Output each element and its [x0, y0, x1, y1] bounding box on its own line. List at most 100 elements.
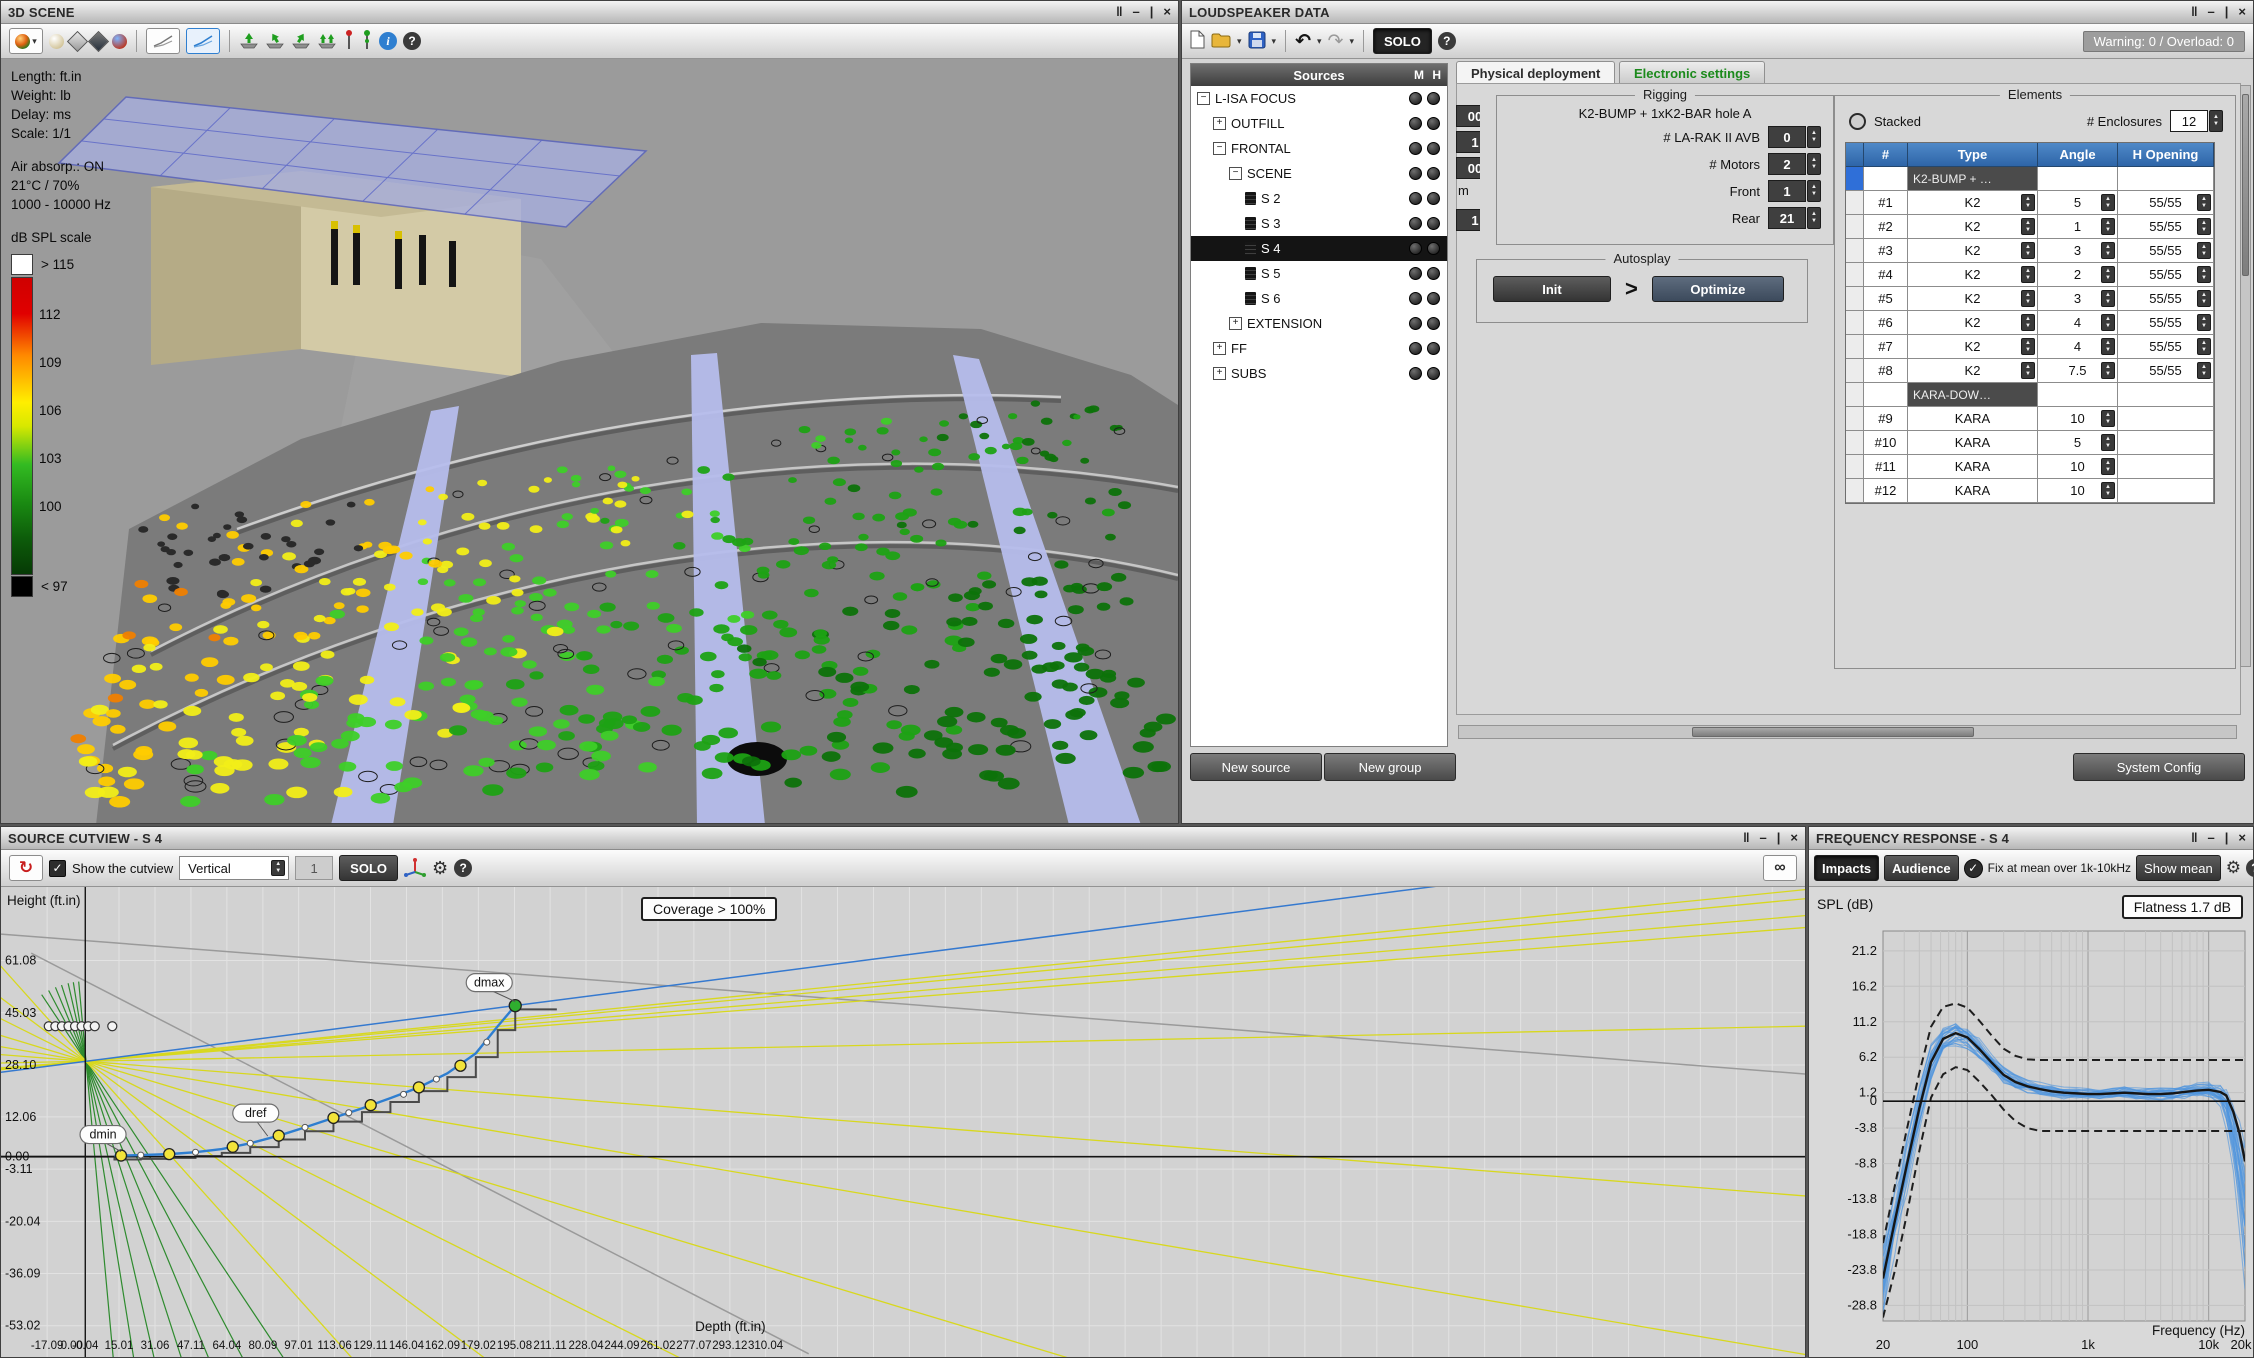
spinner[interactable]: ▲▼ — [2101, 338, 2115, 355]
spinner[interactable]: ▲▼ — [2197, 314, 2211, 331]
close-button[interactable]: × — [1163, 5, 1171, 19]
solo-toggle-button[interactable]: SOLO — [1373, 28, 1432, 54]
tree-item-s-5[interactable]: S 5 — [1191, 261, 1447, 286]
tree-expand-toggle[interactable]: + — [1229, 317, 1242, 330]
elements-row-7[interactable]: #7K2▲▼4▲▼55/55▲▼ — [1846, 335, 2214, 359]
mapping-tilt-right-button[interactable] — [291, 31, 311, 52]
spinner[interactable]: ▲▼ — [2101, 482, 2115, 499]
help-button[interactable]: ? — [2246, 859, 2254, 877]
scene-viewport[interactable]: Length: ft.inWeight: lbDelay: msScale: 1… — [1, 59, 1178, 823]
cube-dark-icon[interactable] — [88, 30, 109, 51]
init-button[interactable]: Init — [1493, 276, 1611, 302]
spinner[interactable]: ▲▼ — [2021, 218, 2035, 235]
rigging-field-spinner[interactable]: 0▲▼ — [1768, 126, 1821, 148]
mapping-tilt-left-button[interactable] — [265, 31, 285, 52]
mute-indicator[interactable] — [1409, 167, 1422, 180]
tree-item-scene[interactable]: −SCENE — [1191, 161, 1447, 186]
spinner[interactable]: ▲▼ — [2021, 314, 2035, 331]
tab-electronic-settings[interactable]: Electronic settings — [1619, 61, 1765, 84]
clipped-spinner-fragment[interactable]: 00 — [1456, 157, 1480, 179]
cutview-chart[interactable]: 61.0845.0328.1012.060.00-3.11-20.04-36.0… — [1, 887, 1805, 1357]
freeze-button[interactable]: ‖ — [2191, 831, 2197, 845]
elements-row-12[interactable]: #12KARA10▲▼ — [1846, 479, 2214, 503]
tree-item-frontal[interactable]: −FRONTAL — [1191, 136, 1447, 161]
probe-green-button[interactable] — [361, 29, 373, 54]
probe-red-button[interactable] — [343, 29, 355, 54]
elements-row-6[interactable]: #6K2▲▼4▲▼55/55▲▼ — [1846, 311, 2214, 335]
hide-indicator[interactable] — [1427, 367, 1440, 380]
open-file-button[interactable] — [1211, 32, 1231, 51]
mapping-dual-button[interactable] — [317, 31, 337, 52]
redo-button[interactable]: ↷ — [1328, 32, 1344, 51]
elements-row-4[interactable]: #4K2▲▼2▲▼55/55▲▼ — [1846, 263, 2214, 287]
hide-indicator[interactable] — [1427, 292, 1440, 305]
elements-row[interactable]: KARA-DOW… — [1846, 383, 2214, 407]
settings-gear-button[interactable]: ⚙ — [2226, 858, 2241, 878]
spinner[interactable]: ▲▼ — [2101, 290, 2115, 307]
rigging-field-spinner[interactable]: 21▲▼ — [1768, 207, 1821, 229]
mute-indicator[interactable] — [1409, 217, 1422, 230]
tree-item-s-6[interactable]: S 6 — [1191, 286, 1447, 311]
mute-indicator[interactable] — [1409, 192, 1422, 205]
cutview-solo-button[interactable]: SOLO — [339, 855, 398, 881]
minimize-button[interactable]: – — [1760, 831, 1767, 845]
tree-expand-toggle[interactable]: − — [1229, 167, 1242, 180]
undo-button[interactable]: ↶ — [1295, 32, 1311, 51]
tree-item-s-2[interactable]: S 2 — [1191, 186, 1447, 211]
spinner[interactable]: ▲▼ — [2197, 266, 2211, 283]
fix-mean-checkbox[interactable]: ✓ — [1964, 859, 1983, 878]
new-group-button[interactable]: New group — [1324, 753, 1456, 781]
spinner[interactable]: ▲▼ — [2101, 458, 2115, 475]
sphere-material-icon[interactable] — [112, 34, 127, 49]
undo-caret-icon[interactable]: ▾ — [1317, 37, 1322, 46]
hide-indicator[interactable] — [1427, 92, 1440, 105]
tree-expand-toggle[interactable]: − — [1197, 92, 1210, 105]
help-button[interactable]: ? — [403, 32, 421, 50]
mute-indicator[interactable] — [1409, 117, 1422, 130]
hide-indicator[interactable] — [1427, 242, 1440, 255]
spinner[interactable]: ▲▼ — [2021, 242, 2035, 259]
spinner[interactable]: ▲▼ — [2021, 290, 2035, 307]
spinner[interactable]: ▲▼ — [2197, 242, 2211, 259]
mute-indicator[interactable] — [1409, 367, 1422, 380]
tree-expand-toggle[interactable]: − — [1213, 142, 1226, 155]
tree-item-extension[interactable]: +EXTENSION — [1191, 311, 1447, 336]
spinner[interactable]: ▲▼ — [2197, 290, 2211, 307]
spinner[interactable]: ▲▼ — [2021, 338, 2035, 355]
open-caret-icon[interactable]: ▾ — [1237, 37, 1242, 46]
cutview-plot[interactable]: 61.0845.0328.1012.060.00-3.11-20.04-36.0… — [1, 887, 1805, 1357]
enclosures-spinner[interactable]: 12▲▼ — [2170, 110, 2223, 132]
mute-indicator[interactable] — [1409, 292, 1422, 305]
tree-expand-toggle[interactable]: + — [1213, 367, 1226, 380]
mute-indicator[interactable] — [1409, 317, 1422, 330]
spinner[interactable]: ▲▼ — [2101, 194, 2115, 211]
link-cutviews-button[interactable]: ∞ — [1763, 855, 1797, 881]
tree-item-ff[interactable]: +FF — [1191, 336, 1447, 361]
axes-orientation-icon[interactable] — [404, 857, 426, 880]
close-button[interactable]: × — [1790, 831, 1798, 845]
spinner[interactable]: ▲▼ — [2197, 218, 2211, 235]
freeze-button[interactable]: ‖ — [2191, 5, 2197, 19]
spinner[interactable]: ▲▼ — [2101, 242, 2115, 259]
mute-indicator[interactable] — [1409, 242, 1422, 255]
cutview-lines-active-button[interactable] — [186, 28, 220, 54]
update-cutview-button[interactable]: ↻ — [9, 855, 43, 881]
new-source-button[interactable]: New source — [1190, 753, 1322, 781]
expand-button[interactable]: | — [2225, 831, 2229, 845]
hide-indicator[interactable] — [1427, 342, 1440, 355]
clipped-spinner-fragment[interactable]: 1 — [1456, 209, 1480, 231]
horizontal-scrollbar[interactable] — [1458, 725, 2237, 739]
tab-physical-deployment[interactable]: Physical deployment — [1456, 61, 1615, 84]
optimize-button[interactable]: Optimize — [1652, 276, 1784, 302]
mute-indicator[interactable] — [1409, 267, 1422, 280]
hide-indicator[interactable] — [1427, 267, 1440, 280]
elements-row-11[interactable]: #11KARA10▲▼ — [1846, 455, 2214, 479]
spinner[interactable]: ▲▼ — [2101, 218, 2115, 235]
spinner[interactable]: ▲▼ — [2197, 194, 2211, 211]
close-button[interactable]: × — [2238, 831, 2246, 845]
elements-row-8[interactable]: #8K2▲▼7.5▲▼55/55▲▼ — [1846, 359, 2214, 383]
spinner[interactable]: ▲▼ — [2101, 434, 2115, 451]
save-button[interactable] — [1248, 31, 1266, 52]
minimize-button[interactable]: – — [2208, 5, 2215, 19]
spinner[interactable]: ▲▼ — [2101, 362, 2115, 379]
